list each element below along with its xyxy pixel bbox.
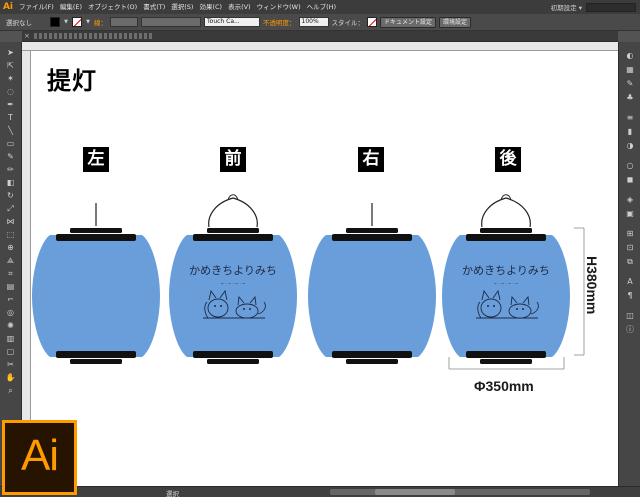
- pencil-icon[interactable]: ✏: [3, 165, 18, 175]
- document-setup-button[interactable]: ドキュメント設定: [380, 16, 437, 28]
- brush-definition[interactable]: Touch Ca...: [204, 17, 260, 27]
- stroke-panel-icon[interactable]: ≡: [623, 112, 637, 123]
- menu-select[interactable]: 選択(S): [168, 0, 196, 14]
- preferences-button[interactable]: 環境設定: [439, 16, 472, 28]
- style-label: スタイル：: [331, 19, 365, 27]
- mesh-icon[interactable]: ⌗: [3, 269, 18, 279]
- menu-file[interactable]: ファイル(F): [16, 0, 57, 14]
- navigator-icon[interactable]: ◫: [623, 310, 637, 321]
- type-icon[interactable]: T: [3, 113, 18, 123]
- search-field[interactable]: [586, 2, 636, 12]
- transform-icon[interactable]: ⊡: [623, 242, 637, 253]
- rotate-icon[interactable]: ↻: [3, 191, 18, 201]
- graphic-style-swatch[interactable]: [367, 17, 377, 27]
- paintbrush-icon[interactable]: ✎: [3, 152, 18, 162]
- menu-help[interactable]: ヘルプ(H): [304, 0, 339, 14]
- appearance-icon[interactable]: ○: [623, 160, 637, 171]
- stroke-label[interactable]: 線：: [94, 17, 107, 27]
- scale-icon[interactable]: ⤢: [3, 204, 18, 214]
- eyedropper-icon[interactable]: ⌐: [3, 295, 18, 305]
- selection-status: 選択なし: [6, 19, 32, 27]
- type-panel-icon[interactable]: A: [623, 276, 637, 287]
- artboard-canvas[interactable]: 提灯 左 前 右 後 かめきちよりみち ~ · ~ · ~: [31, 51, 618, 486]
- menu-type[interactable]: 書式(T): [140, 0, 168, 14]
- height-dimension-label: H380mm: [584, 256, 600, 314]
- illustrator-logo: Ai: [2, 420, 77, 495]
- lantern-handle-back: [481, 194, 531, 228]
- illustrator-window: Ai ファイル(F) 編集(E) オブジェクト(O) 書式(T) 選択(S) 効…: [0, 0, 640, 497]
- document-tab[interactable]: ×: [22, 31, 618, 42]
- lantern-right[interactable]: [308, 228, 436, 364]
- graph-icon[interactable]: ▥: [3, 334, 18, 344]
- menu-effect[interactable]: 効果(C): [196, 0, 225, 14]
- width-dimension-label: Φ350mm: [474, 378, 534, 394]
- collapsed-panels-dock: ◐ ▦ ✎ ♣ ≡ ▮ ◑ ○ ◼ ◈ ▣ ⊞ ⊡ ⧉ A ¶ ◫ ⓘ: [618, 42, 640, 486]
- layers-icon[interactable]: ◈: [623, 194, 637, 205]
- pathfinder-icon[interactable]: ⧉: [623, 256, 637, 267]
- gradient-panel-icon[interactable]: ▮: [623, 126, 637, 137]
- selection-tool-icon[interactable]: ➤: [3, 48, 18, 58]
- brushes-icon[interactable]: ✎: [623, 78, 637, 89]
- lantern-illustration[interactable]: かめきちよりみち ~ · ~ · ~ · ~: [31, 51, 618, 486]
- control-bar: 選択なし ▼ ▼ 線： Touch Ca... 不透明度： 100% スタイル：…: [0, 14, 640, 31]
- direct-selection-tool-icon[interactable]: ⇱: [3, 61, 18, 71]
- menu-bar: Ai ファイル(F) 編集(E) オブジェクト(O) 書式(T) 選択(S) 効…: [0, 0, 640, 14]
- paragraph-icon[interactable]: ¶: [623, 290, 637, 301]
- opacity-field[interactable]: 100%: [298, 17, 329, 27]
- menu-edit[interactable]: 編集(E): [57, 0, 85, 14]
- symbol-sprayer-icon[interactable]: ✺: [3, 321, 18, 331]
- rectangle-icon[interactable]: ▭: [3, 139, 18, 149]
- menu-window[interactable]: ウィンドウ(W): [254, 0, 304, 14]
- artboards-panel-icon[interactable]: ▣: [623, 208, 637, 219]
- status-tool-name: 選択: [166, 490, 179, 497]
- horizontal-ruler[interactable]: [22, 42, 618, 51]
- shape-builder-icon[interactable]: ⊕: [3, 243, 18, 253]
- line-icon[interactable]: ╲: [3, 126, 18, 136]
- app-logo-small: Ai: [2, 2, 14, 12]
- status-bar: 選択: [0, 486, 640, 497]
- horizontal-scrollbar[interactable]: [330, 489, 590, 495]
- pen-icon[interactable]: ✒: [3, 100, 18, 110]
- lantern-front[interactable]: [169, 228, 297, 364]
- slice-icon[interactable]: ✂: [3, 360, 18, 370]
- align-icon[interactable]: ⊞: [623, 228, 637, 239]
- perspective-icon[interactable]: ⟁: [3, 256, 18, 266]
- variable-width-profile[interactable]: [141, 17, 201, 27]
- opacity-label[interactable]: 不透明度：: [263, 17, 296, 27]
- close-icon[interactable]: ×: [24, 32, 30, 40]
- swatches-icon[interactable]: ▦: [623, 64, 637, 75]
- width-icon[interactable]: ⋈: [3, 217, 18, 227]
- artboard-icon[interactable]: ▢: [3, 347, 18, 357]
- hand-icon[interactable]: ✋: [3, 373, 18, 383]
- fill-swatch[interactable]: [50, 17, 60, 27]
- graphic-styles-icon[interactable]: ◼: [623, 174, 637, 185]
- transparency-icon[interactable]: ◑: [623, 140, 637, 151]
- eraser-icon[interactable]: ◧: [3, 178, 18, 188]
- chevron-down-icon[interactable]: ▼: [85, 17, 91, 27]
- symbols-icon[interactable]: ♣: [623, 92, 637, 103]
- lasso-icon[interactable]: ◌: [3, 87, 18, 97]
- height-dimension-line: [574, 227, 585, 356]
- stroke-weight-field[interactable]: [110, 17, 138, 27]
- workspace-switcher[interactable]: 初期設定 ▾: [547, 2, 586, 12]
- menu-view[interactable]: 表示(V): [225, 0, 254, 14]
- zoom-icon[interactable]: ⌕: [3, 386, 18, 396]
- lantern-left[interactable]: [32, 228, 160, 364]
- scrollbar-thumb[interactable]: [375, 489, 455, 495]
- free-transform-icon[interactable]: ⬚: [3, 230, 18, 240]
- lantern-back[interactable]: [442, 228, 570, 364]
- document-tab-title: [34, 33, 154, 39]
- gradient-icon[interactable]: ▤: [3, 282, 18, 292]
- lantern-handle-front: [208, 194, 258, 228]
- blend-icon[interactable]: ◎: [3, 308, 18, 318]
- magic-wand-icon[interactable]: ✶: [3, 74, 18, 84]
- color-panel-icon[interactable]: ◐: [623, 50, 637, 61]
- menu-object[interactable]: オブジェクト(O): [85, 0, 140, 14]
- chevron-down-icon[interactable]: ▼: [63, 17, 69, 27]
- info-icon[interactable]: ⓘ: [623, 324, 637, 335]
- stroke-swatch[interactable]: [72, 17, 82, 27]
